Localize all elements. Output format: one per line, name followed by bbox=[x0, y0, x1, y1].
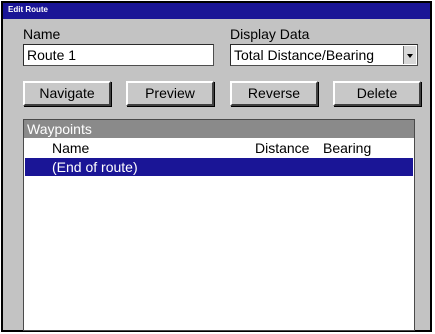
reverse-button[interactable]: Reverse bbox=[230, 81, 318, 106]
column-header-bearing[interactable]: Bearing bbox=[323, 140, 371, 156]
waypoints-column-headers: Name Distance Bearing bbox=[24, 140, 414, 156]
preview-button[interactable]: Preview bbox=[126, 81, 214, 106]
display-data-select[interactable]: Total Distance/Bearing bbox=[230, 44, 418, 66]
waypoints-group: Waypoints Name Distance Bearing (End of … bbox=[23, 119, 415, 331]
display-data-value: Total Distance/Bearing bbox=[234, 47, 375, 63]
waypoints-header: Waypoints bbox=[24, 120, 414, 138]
column-header-distance[interactable]: Distance bbox=[255, 140, 309, 156]
waypoint-row[interactable]: (End of route) bbox=[25, 158, 413, 176]
waypoint-name: (End of route) bbox=[52, 159, 138, 175]
column-header-name[interactable]: Name bbox=[52, 140, 89, 156]
window-title: Edit Route bbox=[3, 3, 430, 19]
route-name-input[interactable]: Route 1 bbox=[23, 44, 214, 66]
navigate-button[interactable]: Navigate bbox=[23, 81, 111, 106]
dialog-body: Name Route 1 Display Data Total Distance… bbox=[3, 19, 430, 331]
display-data-label: Display Data bbox=[230, 26, 310, 42]
edit-route-window: Edit Route Name Route 1 Display Data Tot… bbox=[1, 1, 432, 332]
delete-button[interactable]: Delete bbox=[333, 81, 421, 106]
chevron-down-icon[interactable] bbox=[403, 46, 416, 64]
name-label: Name bbox=[23, 26, 61, 42]
